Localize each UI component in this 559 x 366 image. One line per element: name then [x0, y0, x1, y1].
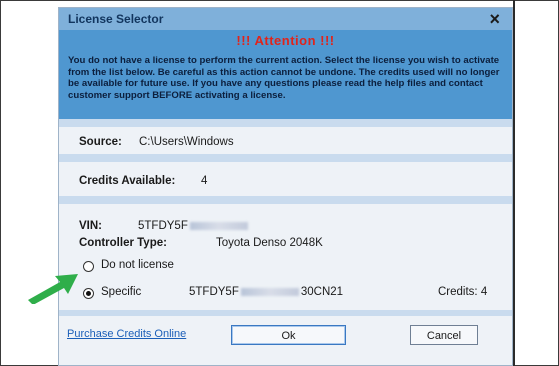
credits-available-value: 4 — [201, 175, 208, 187]
controller-type-value: Toyota Denso 2048K — [216, 237, 323, 249]
controller-type-label: Controller Type: — [79, 237, 167, 249]
vin-value: 5TFDY5F — [138, 220, 250, 232]
license-selector-dialog: License Selector × !!! Attention !!! You… — [58, 7, 513, 366]
cancel-button[interactable]: Cancel — [410, 325, 478, 345]
divider — [59, 119, 512, 127]
warning-message: You do not have a license to perform the… — [68, 55, 500, 101]
vin-prefix: 5TFDY5F — [138, 220, 188, 232]
vin-label: VIN: — [79, 220, 102, 232]
attention-heading: !!! Attention !!! — [236, 33, 335, 48]
vin-redacted — [189, 221, 248, 230]
source-label: Source: — [79, 136, 122, 148]
title-bar: License Selector × — [59, 8, 512, 30]
ok-button[interactable]: Ok — [231, 325, 346, 345]
license-prefix: 5TFDY5F — [189, 286, 239, 298]
radio-do-not-license[interactable] — [83, 261, 94, 272]
green-arrow-icon — [28, 274, 78, 304]
close-icon[interactable]: × — [489, 8, 500, 30]
purchase-credits-link[interactable]: Purchase Credits Online — [67, 328, 186, 340]
license-redacted — [240, 287, 299, 296]
divider — [59, 196, 512, 204]
divider — [59, 154, 512, 162]
license-suffix: 30CN21 — [300, 286, 344, 298]
credits-available-label: Credits Available: — [79, 175, 176, 187]
source-path: C:\Users\Windows — [139, 136, 234, 148]
radio-specific[interactable] — [83, 288, 94, 299]
specific-license-id: 5TFDY5F 30CN21 — [189, 286, 343, 298]
frame-divider — [513, 0, 515, 366]
warning-panel: !!! Attention !!! You do not have a lice… — [59, 30, 512, 119]
dialog-title: License Selector — [68, 12, 164, 26]
specific-label[interactable]: Specific — [101, 286, 141, 298]
radio-selected-dot — [86, 291, 91, 296]
divider — [59, 310, 512, 316]
specific-credits: Credits: 4 — [438, 286, 488, 298]
do-not-license-label[interactable]: Do not license — [101, 259, 174, 271]
